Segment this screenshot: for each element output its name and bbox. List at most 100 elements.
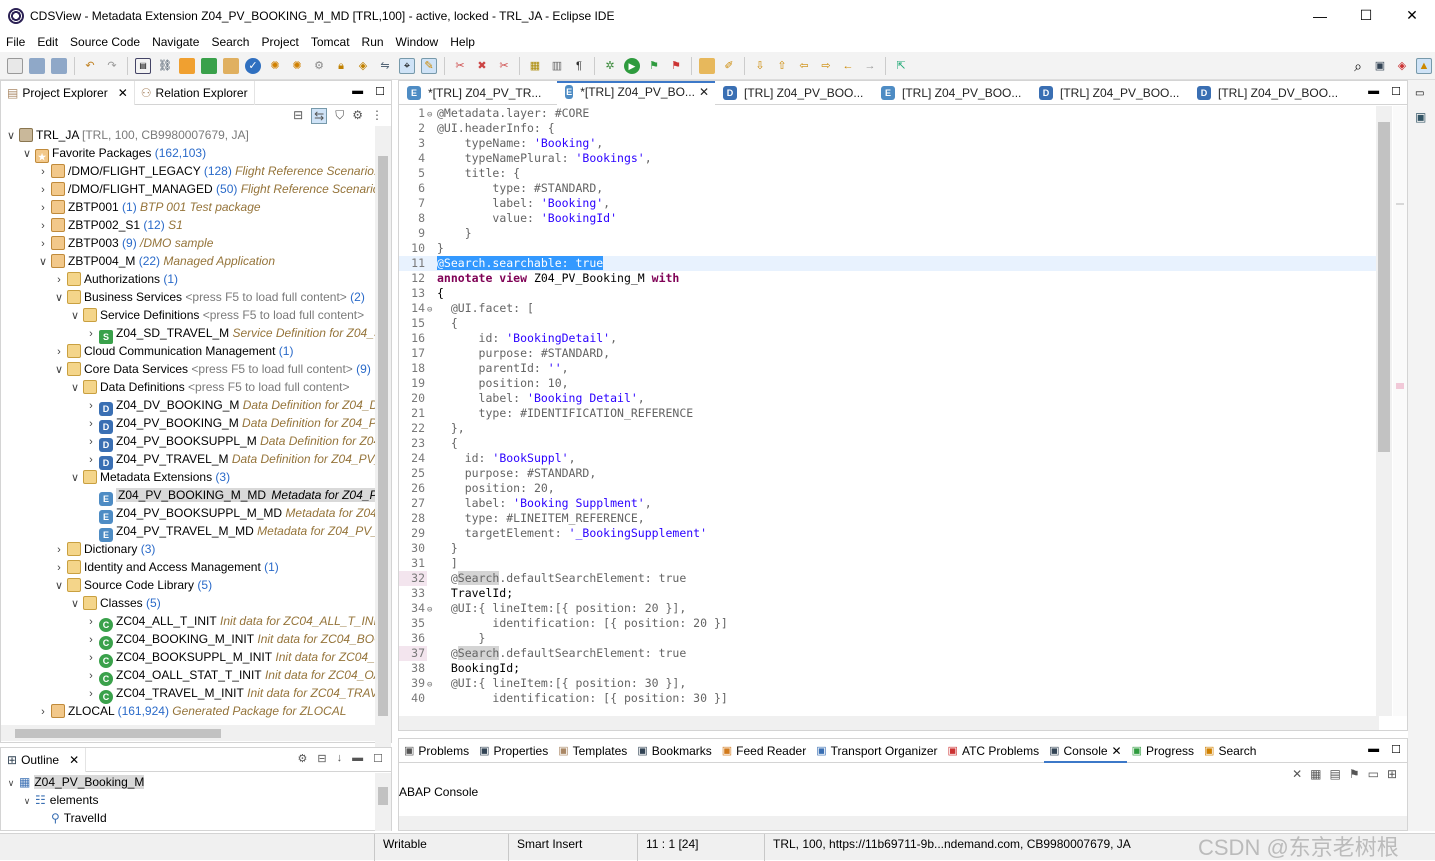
code-line[interactable]: 36 } — [399, 631, 1379, 646]
tree-item[interactable]: › ZBTP001 (1) BTP 001 Test package — [1, 198, 377, 216]
tree-item[interactable]: › /DMO/FLIGHT_LEGACY (128) Flight Referen… — [1, 162, 377, 180]
collapse-arrow-icon[interactable]: ∨ — [53, 577, 65, 595]
collapse-arrow-icon[interactable]: ∨ — [21, 792, 33, 810]
expand-arrow-icon[interactable]: › — [53, 343, 65, 361]
quick-access-search-icon[interactable]: ⌕ — [1350, 58, 1366, 74]
compare-icon[interactable]: ⇋ — [377, 58, 393, 74]
expand-arrow-icon[interactable]: › — [85, 397, 97, 415]
last-edit-icon[interactable]: ⇦ — [796, 58, 812, 74]
scroll-lock-icon[interactable]: ▦ — [1310, 767, 1321, 781]
menu-run[interactable]: Run — [356, 35, 390, 49]
next-annotation-icon[interactable]: ⇩ — [752, 58, 768, 74]
tree-item[interactable]: E Z04_PV_TRAVEL_M_MD Metadata for Z04_PV_… — [1, 522, 377, 542]
console-toolbar-icon[interactable]: ▤ — [135, 57, 151, 74]
code-line[interactable]: 13 { — [399, 286, 1379, 301]
tab-templates[interactable]: ▣ Templates — [553, 739, 632, 763]
maximize-button[interactable]: ☐ — [1343, 0, 1389, 31]
tree-item[interactable]: ∨ ZBTP004_M (22) Managed Application — [1, 252, 377, 270]
expand-arrow-icon[interactable]: › — [37, 703, 49, 721]
editor-horizontal-scrollbar[interactable] — [399, 716, 1379, 730]
code-line[interactable]: 33 TravelId; — [399, 586, 1379, 601]
redo-icon[interactable]: ↷ — [104, 58, 120, 74]
pin-console-icon[interactable]: ⚑ — [1349, 767, 1360, 781]
check-icon[interactable]: ✓ — [245, 57, 261, 74]
tree-vertical-scrollbar[interactable] — [375, 126, 391, 803]
code-line[interactable]: 37 @Search.defaultSearchElement: true — [399, 646, 1379, 661]
tree-item[interactable]: › /DMO/FLIGHT_MANAGED (50) Flight Referen… — [1, 180, 377, 198]
collapse-arrow-icon[interactable]: ∨ — [37, 253, 49, 271]
tree-item[interactable]: › Authorizations (1) — [1, 270, 377, 288]
tree-item[interactable]: › C ZC04_TRAVEL_M_INIT Init data for ZC04_… — [1, 684, 377, 704]
back-icon[interactable]: ⇨ — [818, 58, 834, 74]
link-with-editor-icon[interactable]: ⇆ — [311, 108, 328, 124]
expand-arrow-icon[interactable]: › — [85, 667, 97, 685]
code-line[interactable]: 1 ⊖ @Metadata.layer: #CORE — [399, 106, 1379, 121]
tab-atc-problems[interactable]: ▣ ATC Problems — [943, 739, 1045, 763]
tab-outline[interactable]: ⊞ Outline ✕ — [1, 747, 87, 772]
tree-item[interactable]: › C ZC04_OALL_STAT_T_INIT Init data for ZC… — [1, 666, 377, 686]
tab-transport-organizer[interactable]: ▣ Transport Organizer — [811, 739, 942, 763]
close-console-icon[interactable]: ✕ — [1112, 744, 1122, 758]
code-line[interactable]: 25 purpose: #STANDARD, — [399, 466, 1379, 481]
search-toolbar-icon[interactable]: ✐ — [721, 58, 737, 74]
code-line[interactable]: 24 id: 'BookSuppl', — [399, 451, 1379, 466]
editor-tab[interactable]: D [TRL] Z04_PV_BOO... — [715, 81, 873, 105]
menu-project[interactable]: Project — [255, 35, 304, 49]
pilcrow-icon[interactable]: ¶ — [571, 58, 587, 74]
expand-arrow-icon[interactable]: › — [85, 613, 97, 631]
tree-item[interactable]: › D Z04_PV_TRAVEL_M Data Definition for Z0… — [1, 450, 377, 470]
run-config-icon[interactable]: ⚑ — [646, 58, 662, 74]
expand-arrow-icon[interactable]: › — [53, 559, 65, 577]
debug-icon[interactable]: ✲ — [602, 58, 618, 74]
expand-arrow-icon[interactable]: › — [85, 433, 97, 451]
code-line[interactable]: 40 identification: [{ position: 30 }] — [399, 691, 1379, 706]
expand-arrow-icon[interactable]: › — [37, 163, 49, 181]
code-line[interactable]: 15 { — [399, 316, 1379, 331]
close-button[interactable]: ✕ — [1389, 0, 1435, 31]
view-menu-icon[interactable]: ⋮ — [371, 108, 383, 124]
tree-item[interactable]: EZ04_PV_BOOKING_M_MD Metadata for Z04_PV… — [1, 486, 377, 506]
collapse-arrow-icon[interactable]: ∨ — [53, 361, 65, 379]
code-line[interactable]: 32 @Search.defaultSearchElement: true — [399, 571, 1379, 586]
menu-file[interactable]: File — [0, 35, 31, 49]
tab-search[interactable]: ▣ Search — [1199, 739, 1261, 763]
collapse-arrow-icon[interactable]: ∨ — [69, 469, 81, 487]
forward-nav-icon[interactable]: → — [862, 58, 878, 74]
collapse-arrow-icon[interactable]: ∨ — [5, 127, 17, 145]
menu-window[interactable]: Window — [390, 35, 445, 49]
editor-tab[interactable]: D [TRL] Z04_PV_BOO... — [1031, 81, 1189, 105]
tree-item[interactable]: ∨ Metadata Extensions (3) — [1, 468, 377, 486]
tree-item[interactable]: ∨ Classes (5) — [1, 594, 377, 612]
menu-source-code[interactable]: Source Code — [64, 35, 146, 49]
code-line[interactable]: 29 targetElement: '_BookingSupplement' — [399, 526, 1379, 541]
tree-item[interactable]: › ZBTP002_S1 (12) S1 — [1, 216, 377, 234]
minimize-editor-icon[interactable]: ▬ — [1368, 85, 1379, 98]
code-line[interactable]: 20 label: 'Booking Detail', — [399, 391, 1379, 406]
collapse-arrow-icon[interactable]: ∨ — [69, 379, 81, 397]
link-icon[interactable]: ⛓ — [157, 58, 173, 74]
new-package-icon[interactable] — [223, 57, 239, 74]
close-project-explorer-icon[interactable]: ✕ — [118, 86, 128, 100]
expand-arrow-icon[interactable]: › — [85, 415, 97, 433]
code-line[interactable]: 17 purpose: #STANDARD, — [399, 346, 1379, 361]
display-console-icon[interactable]: ▭ — [1368, 767, 1379, 781]
tree-item[interactable]: › S Z04_SD_TRAVEL_M Service Definition for… — [1, 324, 377, 344]
code-line[interactable]: 8 value: 'BookingId' — [399, 211, 1379, 226]
task-list-icon[interactable]: ▣ — [1415, 110, 1426, 124]
tree-item[interactable]: ∨ Data Definitions <press F5 to load full… — [1, 378, 377, 396]
tree-item[interactable]: › ZBTP003 (9) /DMO sample — [1, 234, 377, 252]
code-line[interactable]: 21 type: #IDENTIFICATION_REFERENCE — [399, 406, 1379, 421]
minimize-view-icon[interactable]: ▬ — [352, 85, 363, 98]
outline-item[interactable]: ⚲ TravelId — [1, 809, 375, 827]
code-line[interactable]: 28 type: #LINEITEM_REFERENCE, — [399, 511, 1379, 526]
activate-all-icon[interactable]: ✺ — [289, 58, 305, 74]
open-perspective-icon[interactable]: ▣ — [1372, 58, 1388, 74]
undo-icon[interactable]: ↶ — [82, 58, 98, 74]
expand-arrow-icon[interactable]: › — [37, 199, 49, 217]
tab-relation-explorer[interactable]: ⚇ Relation Explorer — [135, 80, 255, 105]
code-line[interactable]: 19 position: 10, — [399, 376, 1379, 391]
collapse-all-icon[interactable]: ⊟ — [293, 108, 303, 124]
tab-bookmarks[interactable]: ▣ Bookmarks — [632, 739, 716, 763]
menu-search[interactable]: Search — [205, 35, 255, 49]
code-line[interactable]: 35 identification: [{ position: 20 }] — [399, 616, 1379, 631]
